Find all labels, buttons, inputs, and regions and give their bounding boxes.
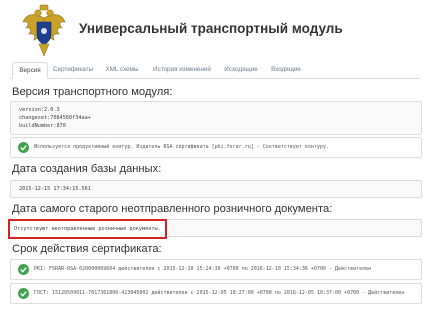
tab-outgoing[interactable]: Исходящие [220,62,262,77]
tab-bar: Версия Сертификаты XML схемы История изм… [10,62,420,79]
check-circle-icon [18,142,29,153]
tab-xml-schemas[interactable]: XML схемы [100,62,144,77]
contour-status-text: Используется продуктивный контур. Издате… [34,144,330,150]
cert-pki-text: PKI: FSRAR-RSA-020000069604 действителен… [34,266,372,272]
version-line: version:2.0.3 [19,107,60,113]
oldest-doc-title: Дата самого старого неотправленного розн… [12,203,333,215]
oldest-doc-highlight: Отсутствуют неотправленные розничные док… [8,219,167,239]
version-section-title: Версия транспортного модуля: [12,86,173,98]
db-date-title: Дата создания базы данных: [12,163,162,175]
cert-gost-text: ГОСТ: 15120509011-7017361800-423045002 д… [34,290,405,296]
cert-row-pki: PKI: FSRAR-RSA-020000069604 действителен… [10,259,422,280]
tab-change-history[interactable]: История изменений [148,62,216,77]
check-circle-icon [18,264,29,275]
oldest-doc-value: Отсутствуют неотправленные розничные док… [14,226,161,232]
changeset-line: changeset:7084560f34aa+ [19,115,91,121]
tab-version[interactable]: Версия [12,62,48,79]
tab-incoming[interactable]: Входящие [266,62,306,77]
check-circle-icon [18,288,29,299]
build-number-line: buildNumber:870 [19,123,66,129]
emblem-icon [22,4,66,57]
contour-status-row: Используется продуктивный контур. Издате… [10,137,422,158]
tab-certificates[interactable]: Сертификаты [50,62,96,77]
version-info-box: version:2.0.3 changeset:7084560f34aa+ bu… [10,101,422,135]
db-date-box: 2015-12-15 17:34:15.561 [10,180,422,198]
cert-row-gost: ГОСТ: 15120509011-7017361800-423045002 д… [10,283,422,304]
app-title: Универсальный транспортный модуль [79,21,343,36]
db-date-value: 2015-12-15 17:34:15.561 [19,186,91,192]
cert-validity-title: Срок действия сертификата: [12,243,162,255]
header: Универсальный транспортный модуль [0,0,427,62]
